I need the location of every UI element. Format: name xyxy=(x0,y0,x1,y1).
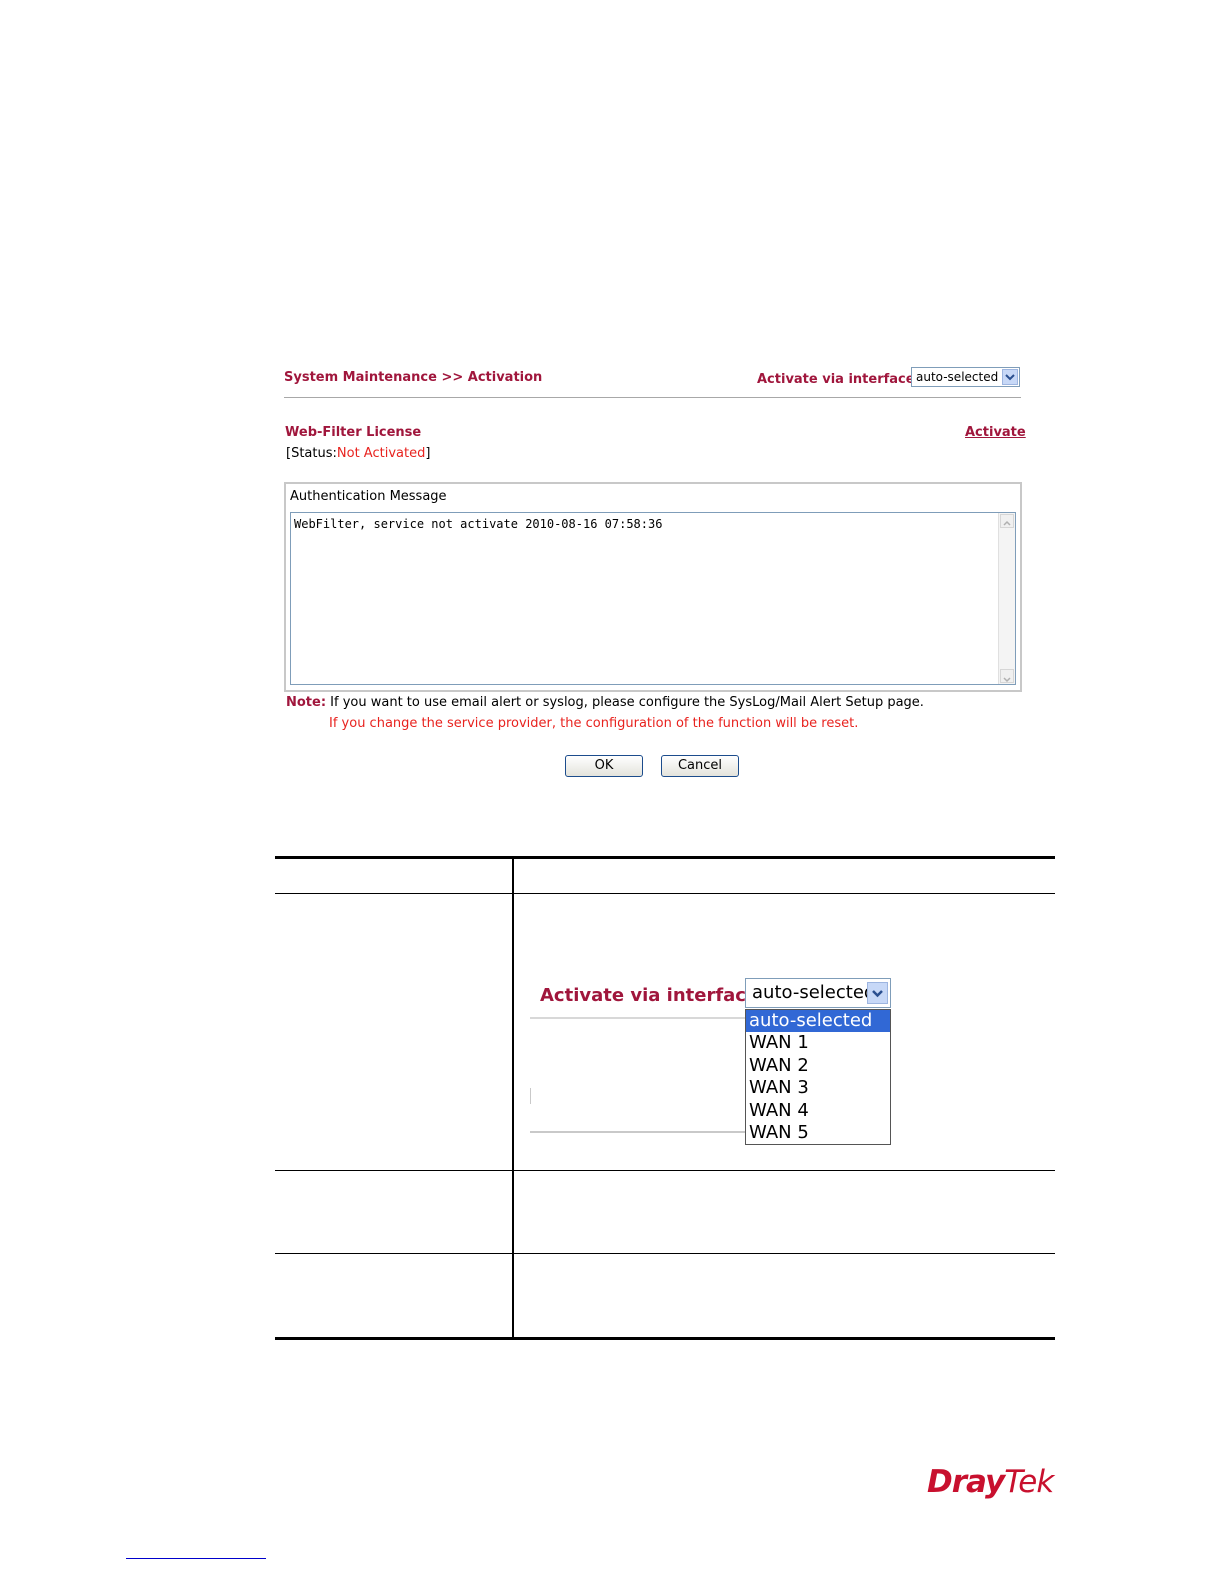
note-line-1: Note: If you want to use email alert or … xyxy=(286,695,924,710)
table-column-divider xyxy=(512,858,514,1338)
auth-message-label: Authentication Message xyxy=(290,489,447,504)
auth-message-textarea[interactable]: WebFilter, service not activate 2010-08-… xyxy=(290,512,1016,685)
logo-dray: Dray xyxy=(927,1464,1005,1500)
license-title: Web-Filter License xyxy=(285,425,422,440)
option-auto-selected[interactable]: auto-selected xyxy=(746,1010,890,1033)
option-wan-4[interactable]: WAN 4 xyxy=(746,1100,890,1122)
draytek-logo: DrayTek xyxy=(927,1464,1054,1500)
footer-rule xyxy=(126,1558,266,1559)
note-label: Note: xyxy=(286,695,327,710)
zoom-interface-select[interactable]: auto-selected xyxy=(745,978,891,1008)
table-bottom-rule xyxy=(275,1337,1055,1340)
table-header-rule xyxy=(275,893,1055,894)
status-suffix: ] xyxy=(425,446,431,461)
divider xyxy=(530,1017,745,1019)
scrollbar[interactable] xyxy=(998,513,1015,684)
table-row-rule xyxy=(275,1170,1055,1171)
note-text-1: If you want to use email alert or syslog… xyxy=(326,695,924,710)
ok-button[interactable]: OK xyxy=(565,755,643,777)
status-value: Not Activated xyxy=(336,446,426,461)
logo-tek: Tek xyxy=(1004,1464,1054,1500)
table-row-rule xyxy=(275,1253,1055,1254)
auth-message-text: WebFilter, service not activate 2010-08-… xyxy=(294,517,663,531)
interface-option-list[interactable]: auto-selected WAN 1 WAN 2 WAN 3 WAN 4 WA… xyxy=(745,1009,891,1145)
table-top-rule xyxy=(275,856,1055,859)
interface-select[interactable]: auto-selected xyxy=(911,367,1020,387)
chevron-down-icon[interactable] xyxy=(1002,369,1018,385)
license-status: [Status:Not Activated] xyxy=(286,446,430,461)
option-wan-5[interactable]: WAN 5 xyxy=(746,1122,890,1144)
activate-link[interactable]: Activate xyxy=(965,425,1026,440)
zoom-select-value: auto-selected xyxy=(752,982,876,1003)
chevron-down-icon[interactable] xyxy=(867,982,888,1004)
cancel-button[interactable]: Cancel xyxy=(661,755,739,777)
divider xyxy=(530,1088,531,1104)
divider xyxy=(530,1131,745,1133)
option-wan-1[interactable]: WAN 1 xyxy=(746,1032,890,1054)
header-divider xyxy=(284,397,1021,398)
status-prefix: [Status: xyxy=(286,446,337,461)
option-wan-3[interactable]: WAN 3 xyxy=(746,1077,890,1099)
breadcrumb: System Maintenance >> Activation xyxy=(284,370,543,385)
scroll-up-icon[interactable] xyxy=(1000,514,1014,528)
zoom-activate-via-label: Activate via interface : xyxy=(540,985,772,1006)
option-wan-2[interactable]: WAN 2 xyxy=(746,1055,890,1077)
note-line-2: If you change the service provider, the … xyxy=(329,716,859,731)
scroll-down-icon[interactable] xyxy=(1000,669,1014,683)
activate-via-label: Activate via interface : xyxy=(757,372,925,387)
interface-select-value: auto-selected xyxy=(916,370,999,384)
